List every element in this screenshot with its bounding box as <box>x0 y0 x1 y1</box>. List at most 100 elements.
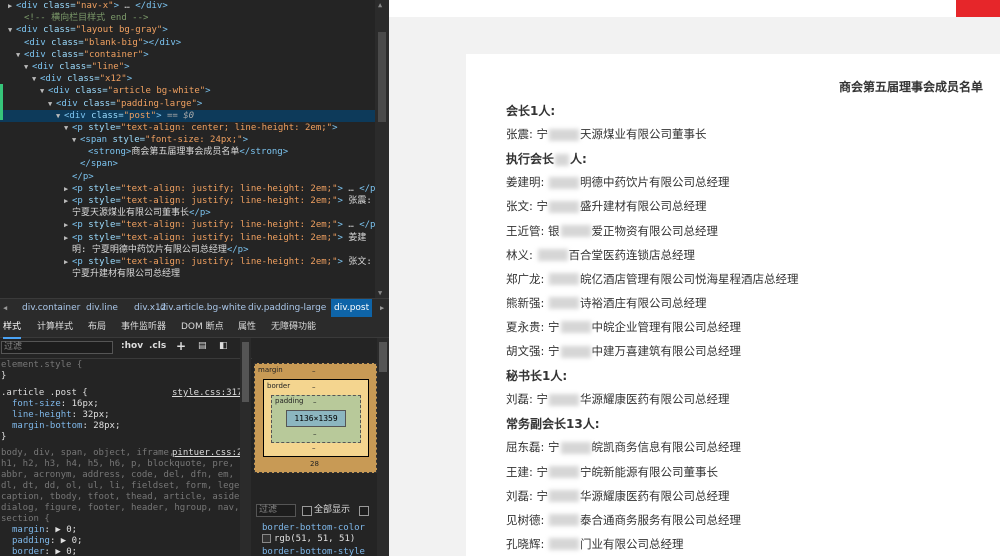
styles-filter-input[interactable]: 过滤 <box>1 341 113 354</box>
expand-triangle-icon[interactable]: ▶ <box>64 256 72 268</box>
collapse-triangle-icon[interactable]: ▼ <box>64 122 72 134</box>
style-rule-selector[interactable]: h1, h2, h3, h4, h5, h6, p, blockquote, p… <box>1 459 250 470</box>
collapse-triangle-icon[interactable]: ▼ <box>8 24 16 36</box>
devtools-tab[interactable]: 布局 <box>88 317 106 337</box>
expand-triangle-icon[interactable]: ▶ <box>64 183 72 195</box>
computed-property[interactable]: border-bottom-color <box>262 523 365 534</box>
computed-filter-input[interactable]: 过滤 <box>256 504 296 517</box>
dom-node[interactable]: 明: 宁夏明德中药饮片有限公司总经理</p> <box>0 244 375 256</box>
show-all-checkbox[interactable] <box>302 506 312 516</box>
style-declaration[interactable]: border: ▶ 0; <box>12 547 77 556</box>
scroll-down-icon[interactable]: ▼ <box>378 289 382 297</box>
dom-node[interactable]: </span> <box>0 158 375 170</box>
style-declaration[interactable]: margin: ▶ 0; <box>12 525 77 536</box>
dom-node[interactable]: ▶ <div class="nav-x"> … </div> <box>0 0 375 12</box>
expand-triangle-icon[interactable]: ▶ <box>8 0 16 12</box>
dom-node[interactable]: ▼ <div class="layout bg-gray"> <box>0 24 375 36</box>
dom-node[interactable]: ▼ <div class="x12"> <box>0 73 375 85</box>
dom-node-selected[interactable]: ▼ <div class="post"> == $0 <box>0 109 375 122</box>
devtools-tab[interactable]: 无障碍功能 <box>271 317 316 337</box>
dom-node[interactable]: ▶ <p style="text-align: justify; line-hei… <box>0 232 375 244</box>
style-declaration[interactable]: font-size: 16px; <box>12 399 99 410</box>
dom-tree[interactable]: ▶ <div class="nav-x"> … </div> <!-- 横向栏目样式… <box>0 0 375 298</box>
dom-node-markup: </p> <box>72 171 94 182</box>
hover-state-toggle[interactable]: :hov <box>121 341 143 351</box>
collapse-triangle-icon[interactable]: ▼ <box>32 73 40 85</box>
devtools-tab[interactable]: 事件监听器 <box>121 317 166 337</box>
expand-triangle-icon[interactable]: ▶ <box>64 232 72 244</box>
dom-node[interactable]: ▼ <p style="text-align: center; line-heig… <box>0 122 375 134</box>
computed-scrollbar[interactable] <box>377 338 389 556</box>
dom-node[interactable]: <div class="blank-big"></div> <box>0 37 375 49</box>
style-rule-selector[interactable]: .article .post { <box>1 388 88 399</box>
rule-close: } <box>1 371 7 381</box>
dom-node[interactable]: 宁夏升建材有限公司总经理 <box>0 268 375 280</box>
style-rule-selector[interactable]: caption, tbody, tfoot, thead, article, a… <box>1 492 245 503</box>
dom-node[interactable]: ▼ <div class="article bg-white"> <box>0 85 375 97</box>
expand-triangle-icon[interactable]: ▶ <box>64 219 72 231</box>
collapse-triangle-icon[interactable]: ▼ <box>16 49 24 61</box>
style-declaration[interactable]: padding: ▶ 0; <box>12 536 82 547</box>
style-declaration[interactable]: margin-bottom: 28px; <box>12 421 120 432</box>
computed-scroll-thumb[interactable] <box>379 342 387 372</box>
computed-property[interactable]: border-bottom-style <box>262 547 365 556</box>
styles-scrollbar[interactable] <box>240 338 251 556</box>
dom-node-markup: <div class="nav-x"> … </div> <box>16 1 168 11</box>
collapse-triangle-icon[interactable]: ▼ <box>40 85 48 97</box>
dom-node[interactable]: ▶ <p style="text-align: justify; line-hei… <box>0 219 375 231</box>
style-rule-selector[interactable]: abbr, acronym, address, code, del, dfn, … <box>1 470 250 481</box>
devtools-tab[interactable]: 计算样式 <box>37 317 73 337</box>
style-rule-selector[interactable]: dl, dt, dd, ol, ul, li, fieldset, form, … <box>1 481 252 492</box>
sidebar-toggle-icon[interactable]: ◧ <box>219 341 228 351</box>
breadcrumb-item[interactable]: div.line <box>86 299 118 317</box>
collapse-triangle-icon[interactable]: ▼ <box>24 61 32 73</box>
border-bottom-value: – <box>312 444 316 452</box>
dom-node[interactable]: ▼ <div class="container"> <box>0 49 375 61</box>
group-checkbox[interactable] <box>359 506 369 516</box>
collapse-triangle-icon[interactable]: ▼ <box>72 134 80 146</box>
dom-node[interactable]: <strong>商会第五届理事会成员名单</strong> <box>0 146 375 158</box>
dom-node[interactable]: ▶ <p style="text-align: justify; line-hei… <box>0 183 375 195</box>
scroll-up-icon[interactable]: ▲ <box>378 1 382 9</box>
breadcrumb-item[interactable]: div.container <box>22 299 80 317</box>
dom-node[interactable]: <!-- 横向栏目样式 end --> <box>0 12 375 24</box>
article-post: 商会第五届理事会成员名单 会长1人: 张震: 宁天源煤业有限公司董事长 执行会长 人:… <box>466 54 1000 556</box>
chevron-left-icon[interactable]: ◀ <box>3 299 7 317</box>
dom-tree-scrollbar[interactable]: ▲ ▼ <box>375 0 389 298</box>
styles-scroll-thumb[interactable] <box>242 342 249 402</box>
dom-node[interactable]: ▼ <div class="padding-large"> <box>0 98 375 110</box>
dom-node-markup: <!-- 横向栏目样式 end --> <box>24 13 149 24</box>
style-source-link[interactable]: style.css:317 <box>172 388 242 398</box>
breadcrumb-item[interactable]: div.post <box>331 299 373 317</box>
new-rule-icon[interactable]: + <box>176 339 186 353</box>
expand-triangle-icon[interactable]: ▶ <box>64 195 72 207</box>
dom-node-markup: <p style="text-align: justify; line-heig… <box>72 196 372 206</box>
style-declaration[interactable]: line-height: 32px; <box>12 410 110 421</box>
dom-node[interactable]: 宁夏天源煤业有限公司董事长</p> <box>0 207 375 219</box>
header-accent <box>956 0 1000 17</box>
devtools-tab[interactable]: 样式 <box>3 317 22 339</box>
box-model-content[interactable]: 1136×1359 <box>286 410 346 427</box>
class-toggle[interactable]: .cls <box>149 341 166 351</box>
dom-node[interactable]: </p> <box>0 171 375 183</box>
chevron-right-icon[interactable]: ▶ <box>380 299 384 317</box>
scroll-thumb[interactable] <box>378 32 386 122</box>
breadcrumb-item[interactable]: div.article.bg-white <box>160 299 246 317</box>
member-entry: 孔晓辉: 门业有限公司总经理 <box>506 536 684 551</box>
dom-node[interactable]: ▶ <p style="text-align: justify; line-hei… <box>0 195 375 207</box>
dom-node[interactable]: ▼ <div class="line"> <box>0 61 375 73</box>
dom-node[interactable]: ▼ <span style="font-size: 24px;"> <box>0 134 375 146</box>
collapse-triangle-icon[interactable]: ▼ <box>56 110 64 122</box>
style-rule-selector[interactable]: body, div, span, object, iframe, <box>1 448 174 459</box>
style-rule-selector[interactable]: section { <box>1 514 50 525</box>
devtools-tab[interactable]: 属性 <box>238 317 256 337</box>
margin-top-value: – <box>312 367 316 375</box>
dom-node[interactable]: ▶ <p style="text-align: justify; line-hei… <box>0 256 375 268</box>
style-rule-element[interactable]: element.style { <box>1 360 82 371</box>
paint-icon[interactable]: ▤ <box>198 341 207 351</box>
breadcrumb-item[interactable]: div.padding-large <box>248 299 326 317</box>
style-rule-selector[interactable]: dialog, figure, footer, header, hgroup, … <box>1 503 239 514</box>
style-source-link[interactable]: pintuer.css:2 <box>172 448 242 458</box>
collapse-triangle-icon[interactable]: ▼ <box>48 98 56 110</box>
devtools-tab[interactable]: DOM 断点 <box>181 317 224 337</box>
